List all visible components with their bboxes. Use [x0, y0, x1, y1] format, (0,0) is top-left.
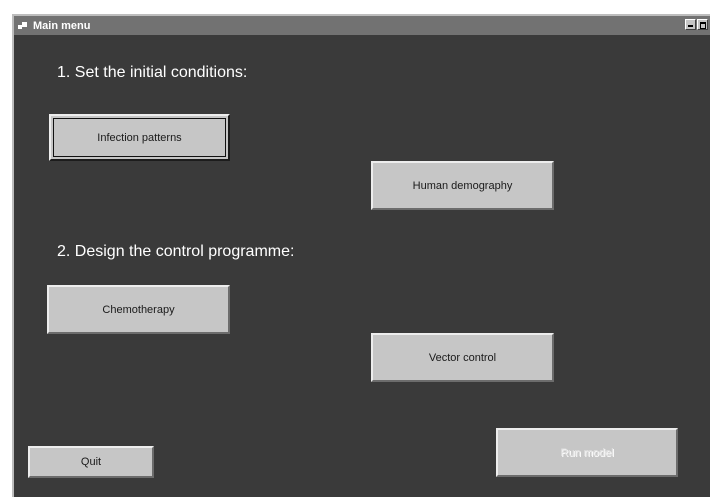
window-title: Main menu — [33, 19, 91, 32]
initial-conditions-heading: 1. Set the initial conditions: — [57, 64, 248, 81]
maximize-icon[interactable] — [697, 19, 708, 30]
minimize-icon[interactable] — [685, 19, 696, 30]
window-controls — [684, 19, 708, 30]
chemotherapy-button[interactable]: Chemotherapy — [47, 285, 230, 334]
vector-control-button[interactable]: Vector control — [371, 333, 554, 382]
control-programme-heading: 2. Design the control programme: — [57, 243, 295, 260]
human-demography-button[interactable]: Human demography — [371, 161, 554, 210]
run-model-button[interactable]: Run model — [496, 428, 678, 477]
title-bar[interactable]: Main menu — [14, 16, 710, 35]
quit-button[interactable]: Quit — [28, 446, 154, 478]
main-menu-window: Main menu 1. Set the initial conditions:… — [12, 14, 710, 497]
app-icon[interactable] — [18, 21, 29, 31]
infection-patterns-button[interactable]: Infection patterns — [49, 114, 230, 161]
